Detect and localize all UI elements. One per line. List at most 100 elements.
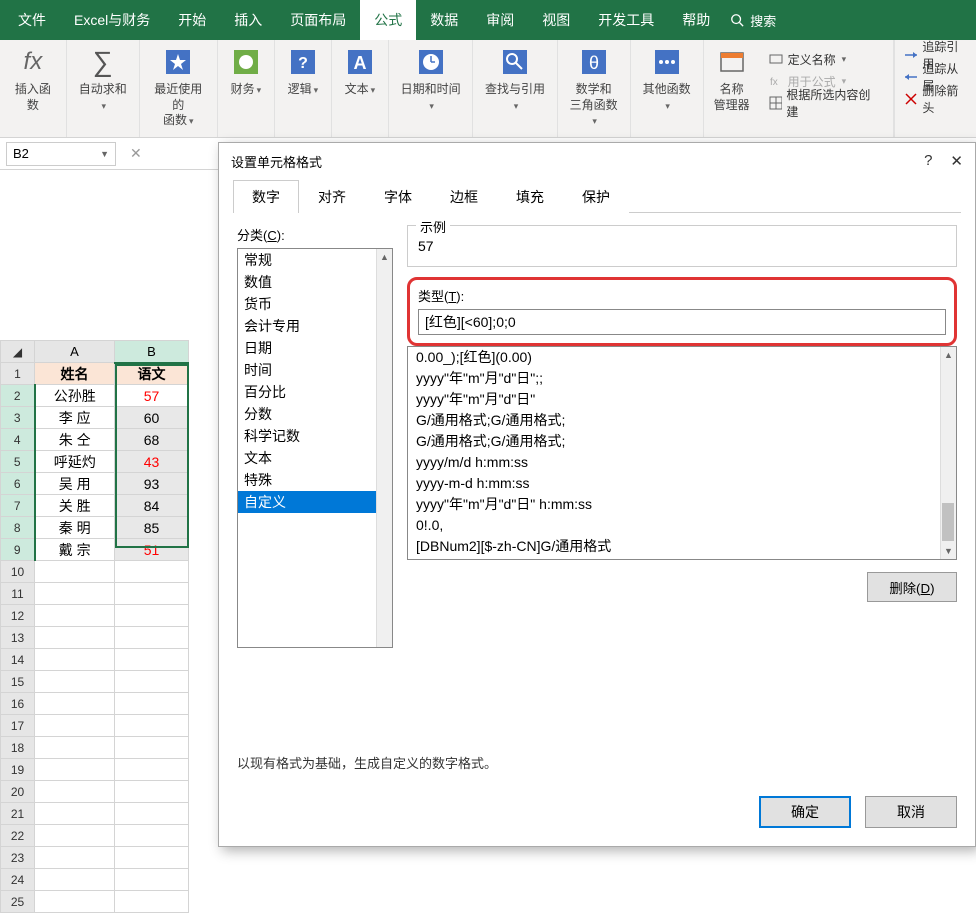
cell-A12[interactable] (35, 605, 115, 627)
row-header-19[interactable]: 19 (1, 759, 35, 781)
format-item-2[interactable]: yyyy"年"m"月"d"日" (408, 389, 956, 410)
cell-A14[interactable] (35, 649, 115, 671)
format-item-4[interactable]: G/通用格式;G/通用格式; (408, 431, 956, 452)
cell-B22[interactable] (115, 825, 189, 847)
category-list[interactable]: 常规数值货币会计专用日期时间百分比分数科学记数文本特殊自定义▲ (237, 248, 393, 648)
row-header-10[interactable]: 10 (1, 561, 35, 583)
row-header-24[interactable]: 24 (1, 869, 35, 891)
row-header-23[interactable]: 23 (1, 847, 35, 869)
cell-B13[interactable] (115, 627, 189, 649)
row-header-5[interactable]: 5 (1, 451, 35, 473)
cell-B25[interactable] (115, 891, 189, 913)
cell-A18[interactable] (35, 737, 115, 759)
cell-A17[interactable] (35, 715, 115, 737)
ribbon-lookup[interactable]: 查找与引用 (473, 40, 557, 137)
ribbon-text[interactable]: A 文本 (332, 40, 389, 137)
menu-tab-review[interactable]: 审阅 (472, 0, 528, 40)
row-header-11[interactable]: 11 (1, 583, 35, 605)
cell-B20[interactable] (115, 781, 189, 803)
ribbon-datetime[interactable]: 日期和时间 (389, 40, 473, 137)
tab-border[interactable]: 边框 (431, 180, 497, 213)
format-item-5[interactable]: yyyy/m/d h:mm:ss (408, 452, 956, 473)
category-item-10[interactable]: 特殊 (238, 469, 392, 491)
ribbon-insert-function[interactable]: fx 插入函数 (0, 40, 67, 137)
cell-B4[interactable]: 68 (115, 429, 189, 451)
menu-tab-help[interactable]: 帮助 (668, 0, 724, 40)
ribbon-create-from-sel[interactable]: 根据所选内容创建 (768, 92, 876, 114)
col-header-B[interactable]: B (115, 341, 189, 363)
cell-A21[interactable] (35, 803, 115, 825)
cell-A1[interactable]: 姓名 (35, 363, 115, 385)
cell-A22[interactable] (35, 825, 115, 847)
format-item-1[interactable]: yyyy"年"m"月"d"日";; (408, 368, 956, 389)
cell-A24[interactable] (35, 869, 115, 891)
cell-B14[interactable] (115, 649, 189, 671)
menu-tab-data[interactable]: 数据 (416, 0, 472, 40)
cell-B19[interactable] (115, 759, 189, 781)
row-header-18[interactable]: 18 (1, 737, 35, 759)
cell-A9[interactable]: 戴 宗 (35, 539, 115, 561)
row-header-17[interactable]: 17 (1, 715, 35, 737)
ribbon-remove-arrows[interactable]: 删除箭头 (903, 88, 968, 110)
menu-tab-excel-finance[interactable]: Excel与财务 (60, 0, 164, 40)
name-box-dropdown-icon[interactable]: ▼ (100, 149, 109, 159)
dialog-close-button[interactable]: ✕ (950, 152, 963, 170)
cell-A10[interactable] (35, 561, 115, 583)
cell-B15[interactable] (115, 671, 189, 693)
format-item-6[interactable]: yyyy-m-d h:mm:ss (408, 473, 956, 494)
ribbon-recent[interactable]: 最近使用的函数 (140, 40, 218, 137)
row-header-20[interactable]: 20 (1, 781, 35, 803)
col-header-A[interactable]: A (35, 341, 115, 363)
cell-B11[interactable] (115, 583, 189, 605)
ribbon-more[interactable]: 其他函数 (631, 40, 704, 137)
row-header-16[interactable]: 16 (1, 693, 35, 715)
cell-A23[interactable] (35, 847, 115, 869)
category-item-1[interactable]: 数值 (238, 271, 392, 293)
cell-B7[interactable]: 84 (115, 495, 189, 517)
menu-tab-developer[interactable]: 开发工具 (584, 0, 668, 40)
dialog-help-button[interactable]: ? (924, 152, 932, 170)
cell-B6[interactable]: 93 (115, 473, 189, 495)
cell-A19[interactable] (35, 759, 115, 781)
cell-B10[interactable] (115, 561, 189, 583)
format-scrollbar[interactable]: ▲▼ (940, 347, 956, 559)
cell-B1[interactable]: 语文 (115, 363, 189, 385)
category-item-5[interactable]: 时间 (238, 359, 392, 381)
ribbon-define-name[interactable]: 定义名称▾ (768, 48, 876, 70)
ok-button[interactable]: 确定 (759, 796, 851, 828)
category-item-11[interactable]: 自定义 (238, 491, 392, 513)
cell-B5[interactable]: 43 (115, 451, 189, 473)
row-header-12[interactable]: 12 (1, 605, 35, 627)
row-header-6[interactable]: 6 (1, 473, 35, 495)
worksheet[interactable]: ◢ A B 1 姓名 语文 2 公孙胜 573 李 应 604 朱 仝 685 … (0, 340, 215, 913)
cell-A16[interactable] (35, 693, 115, 715)
format-item-9[interactable]: [DBNum2][$-zh-CN]G/通用格式 (408, 536, 956, 557)
scrollbar-thumb[interactable] (942, 503, 954, 541)
cell-A3[interactable]: 李 应 (35, 407, 115, 429)
category-item-7[interactable]: 分数 (238, 403, 392, 425)
category-item-8[interactable]: 科学记数 (238, 425, 392, 447)
cell-B16[interactable] (115, 693, 189, 715)
category-item-4[interactable]: 日期 (238, 337, 392, 359)
format-item-7[interactable]: yyyy"年"m"月"d"日" h:mm:ss (408, 494, 956, 515)
cell-A25[interactable] (35, 891, 115, 913)
format-item-0[interactable]: 0.00_);[红色](0.00) (408, 347, 956, 368)
cell-A13[interactable] (35, 627, 115, 649)
category-item-6[interactable]: 百分比 (238, 381, 392, 403)
category-scrollbar[interactable]: ▲ (376, 249, 392, 647)
menu-tab-home[interactable]: 开始 (164, 0, 220, 40)
cell-A6[interactable]: 吴 用 (35, 473, 115, 495)
cell-A11[interactable] (35, 583, 115, 605)
menu-tab-file[interactable]: 文件 (4, 0, 60, 40)
tab-fill[interactable]: 填充 (497, 180, 563, 213)
row-header-21[interactable]: 21 (1, 803, 35, 825)
cell-B12[interactable] (115, 605, 189, 627)
row-header-7[interactable]: 7 (1, 495, 35, 517)
ribbon-logical[interactable]: ? 逻辑 (275, 40, 332, 137)
cell-B23[interactable] (115, 847, 189, 869)
tab-font[interactable]: 字体 (365, 180, 431, 213)
cell-B9[interactable]: 51 (115, 539, 189, 561)
name-box[interactable]: B2 ▼ (6, 142, 116, 166)
cell-B8[interactable]: 85 (115, 517, 189, 539)
ribbon-name-manager[interactable]: 名称管理器 (714, 44, 750, 113)
